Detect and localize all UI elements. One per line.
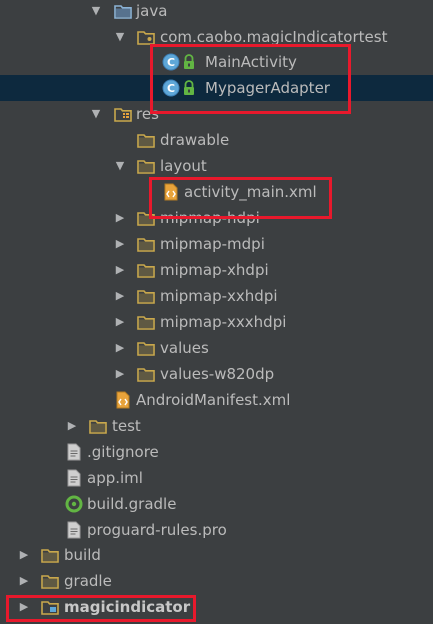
folder-icon bbox=[137, 261, 155, 279]
folder-icon bbox=[41, 546, 59, 564]
project-tree[interactable]: ▼ java ▼ com.caobo.magicIndicatortest Ma… bbox=[0, 0, 433, 624]
highlight-box-activity-main bbox=[149, 177, 332, 219]
tree-item-gitignore[interactable]: .gitignore bbox=[0, 439, 433, 465]
tree-item-label: gradle bbox=[64, 572, 112, 590]
tree-item-label: AndroidManifest.xml bbox=[136, 391, 291, 409]
tree-item-mipmap-mdpi[interactable]: ▶ mipmap-mdpi bbox=[0, 231, 433, 257]
tree-item-label: .gitignore bbox=[87, 443, 159, 461]
tree-item-app-iml[interactable]: app.iml bbox=[0, 465, 433, 491]
tree-item-label: values bbox=[160, 339, 209, 357]
tree-item-build-gradle[interactable]: build.gradle bbox=[0, 491, 433, 517]
chevron-down-icon[interactable]: ▼ bbox=[90, 101, 102, 127]
folder-icon bbox=[137, 131, 155, 149]
tree-item-test[interactable]: ▶ test bbox=[0, 413, 433, 439]
chevron-right-icon[interactable]: ▶ bbox=[114, 231, 126, 257]
tree-item-proguard-rules[interactable]: proguard-rules.pro bbox=[0, 517, 433, 543]
tree-item-android-manifest[interactable]: AndroidManifest.xml bbox=[0, 387, 433, 413]
chevron-right-icon[interactable]: ▶ bbox=[114, 205, 126, 231]
tree-item-values[interactable]: ▶ values bbox=[0, 335, 433, 361]
folder-icon bbox=[137, 157, 155, 175]
tree-item-java[interactable]: ▼ java bbox=[0, 0, 433, 24]
highlight-box-classes bbox=[150, 44, 351, 114]
tree-item-label: mipmap-xhdpi bbox=[160, 261, 269, 279]
tree-item-gradle[interactable]: ▶ gradle bbox=[0, 568, 433, 594]
chevron-down-icon[interactable]: ▼ bbox=[90, 0, 102, 24]
chevron-right-icon[interactable]: ▶ bbox=[114, 361, 126, 387]
tree-item-mipmap-xxhdpi[interactable]: ▶ mipmap-xxhdpi bbox=[0, 283, 433, 309]
chevron-right-icon[interactable]: ▶ bbox=[18, 568, 30, 594]
tree-item-label: mipmap-xxhdpi bbox=[160, 287, 278, 305]
chevron-right-icon[interactable]: ▶ bbox=[114, 309, 126, 335]
tree-item-label: build.gradle bbox=[87, 495, 177, 513]
folder-icon bbox=[89, 417, 107, 435]
tree-item-label: mipmap-mdpi bbox=[160, 235, 265, 253]
tree-item-label: drawable bbox=[160, 131, 230, 149]
tree-item-label: proguard-rules.pro bbox=[87, 521, 227, 539]
tree-item-label: java bbox=[136, 2, 168, 20]
chevron-right-icon[interactable]: ▶ bbox=[18, 542, 30, 568]
tree-item-label: test bbox=[112, 417, 141, 435]
tree-item-mipmap-xxxhdpi[interactable]: ▶ mipmap-xxxhdpi bbox=[0, 309, 433, 335]
xml-file-icon bbox=[114, 391, 132, 409]
folder-icon bbox=[137, 287, 155, 305]
tree-item-label: app.iml bbox=[87, 469, 143, 487]
chevron-right-icon[interactable]: ▶ bbox=[114, 335, 126, 361]
chevron-right-icon[interactable]: ▶ bbox=[114, 283, 126, 309]
folder-icon bbox=[137, 235, 155, 253]
folder-icon bbox=[137, 365, 155, 383]
chevron-down-icon[interactable]: ▼ bbox=[114, 153, 126, 179]
tree-item-mipmap-xhdpi[interactable]: ▶ mipmap-xhdpi bbox=[0, 257, 433, 283]
tree-item-label: build bbox=[64, 546, 101, 564]
file-icon bbox=[65, 469, 83, 487]
tree-item-label: values-w820dp bbox=[160, 365, 275, 383]
chevron-right-icon[interactable]: ▶ bbox=[66, 413, 78, 439]
chevron-down-icon[interactable]: ▼ bbox=[114, 24, 126, 50]
gradle-icon bbox=[65, 495, 83, 513]
resource-folder-icon bbox=[114, 105, 132, 123]
tree-item-values-w820dp[interactable]: ▶ values-w820dp bbox=[0, 361, 433, 387]
tree-item-layout[interactable]: ▼ layout bbox=[0, 153, 433, 179]
tree-item-label: layout bbox=[160, 157, 207, 175]
file-icon bbox=[65, 521, 83, 539]
chevron-right-icon[interactable]: ▶ bbox=[114, 257, 126, 283]
tree-item-label: mipmap-xxxhdpi bbox=[160, 313, 287, 331]
tree-item-build[interactable]: ▶ build bbox=[0, 542, 433, 568]
folder-icon bbox=[137, 339, 155, 357]
folder-icon bbox=[137, 313, 155, 331]
folder-icon bbox=[41, 572, 59, 590]
file-icon bbox=[65, 443, 83, 461]
tree-item-drawable[interactable]: drawable bbox=[0, 127, 433, 153]
source-folder-icon bbox=[114, 2, 132, 20]
highlight-box-magicindicator bbox=[6, 595, 196, 622]
